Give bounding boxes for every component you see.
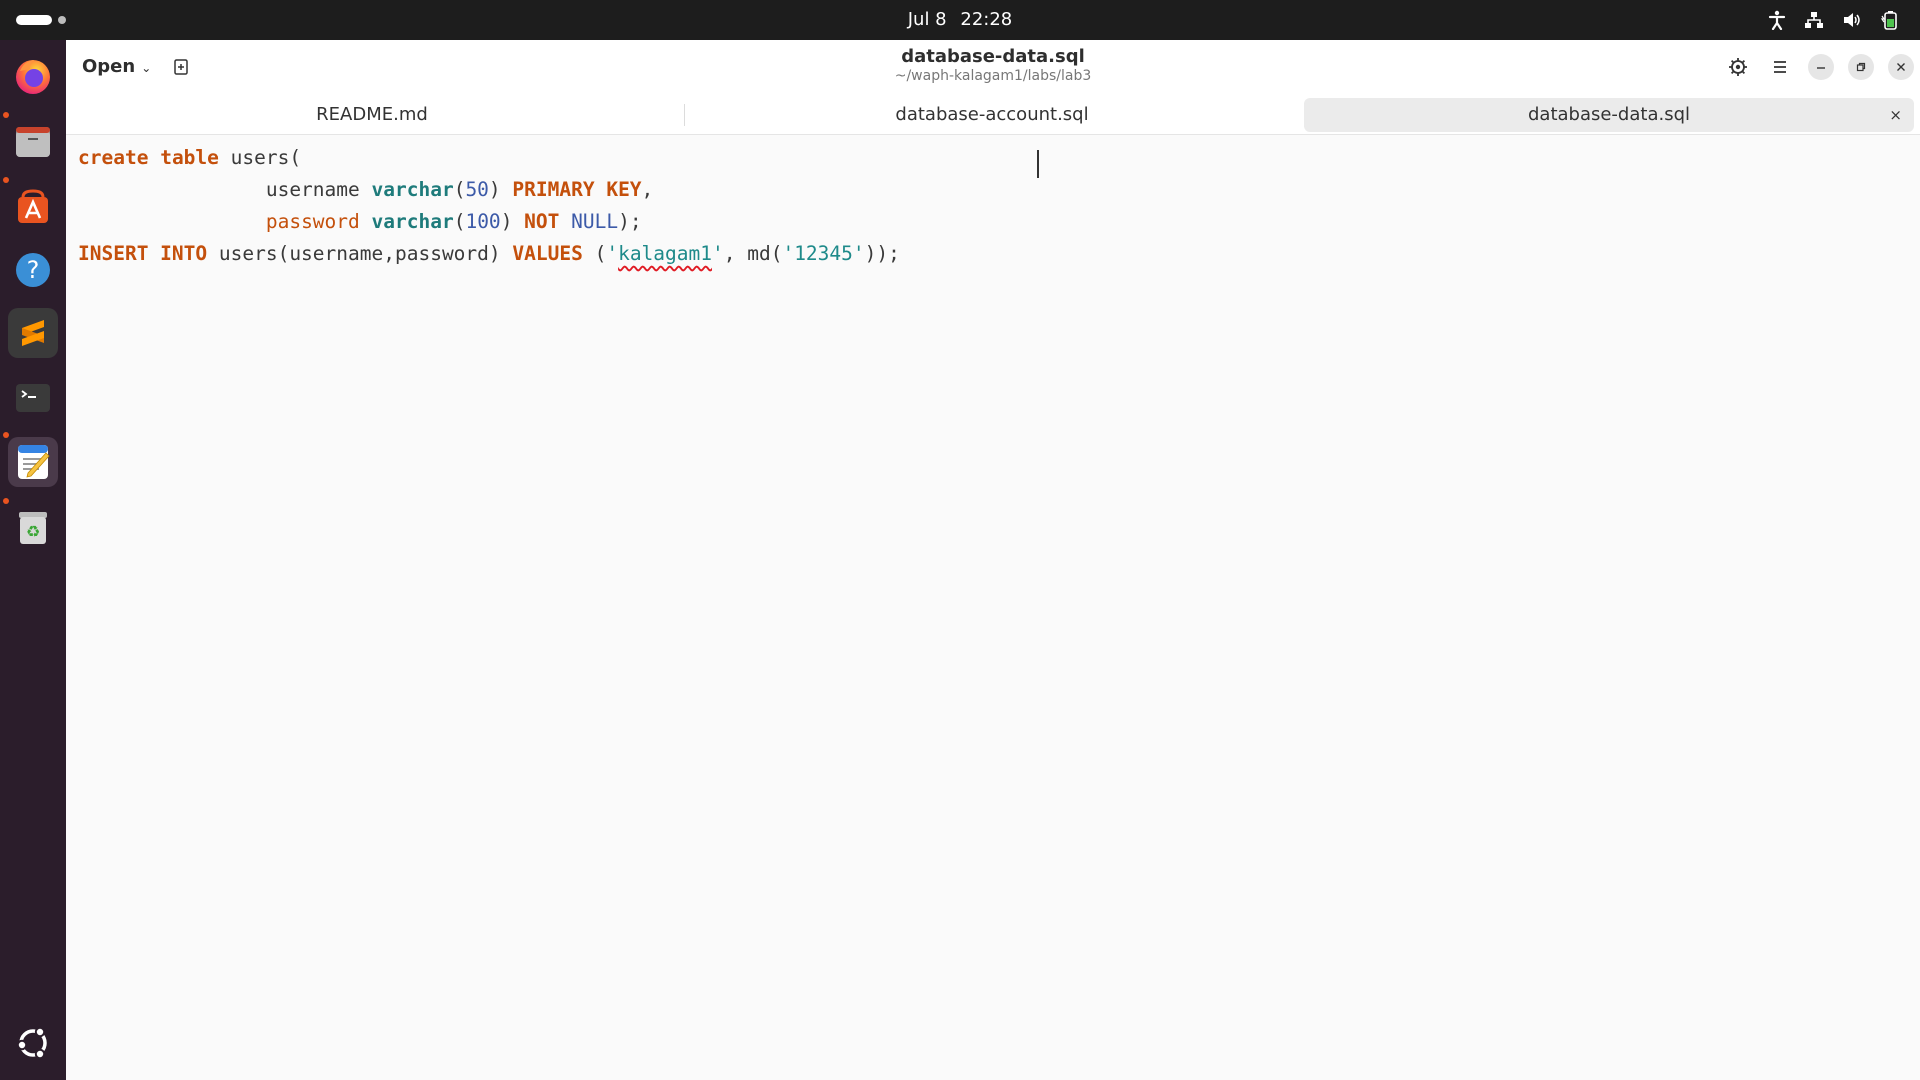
token: create <box>78 146 149 169</box>
volume-icon[interactable] <box>1842 11 1862 29</box>
token: username <box>78 178 372 201</box>
running-indicator <box>3 432 9 438</box>
text-editor-window: Open ⌄ database-data.sql ~/waph-kalagam1/… <box>66 40 1920 1080</box>
token: ( <box>453 178 466 201</box>
window-title: database-data.sql <box>901 46 1085 67</box>
token: table <box>160 146 219 169</box>
header-bar: Open ⌄ database-data.sql ~/waph-kalagam1/… <box>66 40 1920 94</box>
dock-item-firefox[interactable] <box>8 51 58 101</box>
tab-label: database-data.sql <box>1527 104 1691 125</box>
code-line-3: password varchar(100) NOT NULL); <box>78 207 642 237</box>
svg-text:♻: ♻ <box>26 522 40 541</box>
token: ' <box>712 242 724 265</box>
token: users( <box>218 146 302 169</box>
close-window-button[interactable] <box>1888 54 1914 80</box>
svg-text:?: ? <box>27 256 40 284</box>
minimize-button[interactable] <box>1808 54 1834 80</box>
dock-item-trash[interactable]: ♻ <box>8 502 58 552</box>
trash-icon: ♻ <box>19 512 47 544</box>
restore-icon <box>1856 62 1866 72</box>
system-tray[interactable] <box>1768 0 1900 40</box>
accessibility-icon[interactable] <box>1768 10 1786 30</box>
minimize-icon <box>1817 67 1825 69</box>
tab-bar: README.md database-account.sql database-… <box>66 94 1920 135</box>
close-icon <box>1897 63 1905 71</box>
running-indicator <box>3 498 9 504</box>
running-indicator <box>3 112 9 118</box>
misspelled-word[interactable]: kalagam1 <box>618 242 712 265</box>
settings-button[interactable] <box>1724 53 1752 81</box>
code-line-2: username varchar(50) PRIMARY KEY, <box>78 175 653 205</box>
dock-item-app-center[interactable] <box>8 181 58 231</box>
token: VALUES <box>512 242 583 265</box>
clock-date: Jul 8 <box>907 9 947 30</box>
token: ( <box>453 210 466 233</box>
token: ' <box>606 242 619 265</box>
top-bar: Jul 8 22:28 <box>0 0 1920 40</box>
token: )); <box>864 242 900 265</box>
token: , <box>641 178 654 201</box>
firefox-icon <box>16 60 50 94</box>
main-menu-button[interactable] <box>1766 53 1794 81</box>
token: users(username,password) <box>207 242 513 265</box>
battery-icon[interactable] <box>1880 10 1900 30</box>
dock-item-files[interactable] <box>8 116 58 166</box>
terminal-icon <box>16 384 50 412</box>
token: varchar <box>371 178 454 201</box>
title-block: database-data.sql ~/waph-kalagam1/labs/l… <box>66 46 1920 84</box>
ubuntu-logo-icon <box>16 1026 47 1060</box>
window-subtitle: ~/waph-kalagam1/labs/lab3 <box>894 68 1092 84</box>
network-icon[interactable] <box>1804 11 1824 29</box>
dock-item-help[interactable]: ? <box>8 245 58 295</box>
clock[interactable]: Jul 8 22:28 <box>0 0 1920 40</box>
text-cursor <box>1037 150 1039 178</box>
close-tab-icon[interactable]: × <box>1889 98 1902 132</box>
hamburger-icon <box>1774 61 1786 73</box>
token: varchar <box>371 210 454 233</box>
header-actions <box>1724 52 1914 82</box>
clock-time: 22:28 <box>960 9 1013 30</box>
app-center-icon <box>18 189 48 223</box>
token: '12345' <box>782 242 865 265</box>
code-editor[interactable]: create table users( username varchar(50)… <box>66 135 1920 1080</box>
token: NOT <box>524 210 560 233</box>
tab-database-account[interactable]: database-account.sql <box>692 98 1292 132</box>
tab-separator <box>684 104 685 126</box>
code-line-4: INSERT INTO users(username,password) VAL… <box>78 239 900 269</box>
token: 50 <box>465 178 489 201</box>
token: 100 <box>465 210 501 233</box>
sublime-icon <box>22 320 44 346</box>
dock-item-sublime-text[interactable] <box>8 308 58 358</box>
gear-icon <box>1729 58 1747 76</box>
maximize-button[interactable] <box>1848 54 1874 80</box>
token: ); <box>618 210 642 233</box>
tab-label: database-account.sql <box>895 104 1089 125</box>
dock-item-terminal[interactable] <box>8 373 58 423</box>
dock-item-text-editor[interactable] <box>8 437 58 487</box>
running-indicator <box>3 177 9 183</box>
files-icon <box>16 127 50 157</box>
token: INSERT INTO <box>78 242 208 265</box>
tab-label: README.md <box>316 104 428 125</box>
token: ) <box>488 178 513 201</box>
token: ) <box>500 210 525 233</box>
token: PRIMARY KEY <box>512 178 642 201</box>
code-line-1: create table users( <box>78 143 301 173</box>
token: NULL <box>571 210 619 233</box>
token: ( <box>582 242 607 265</box>
tab-database-data[interactable]: database-data.sql × <box>1304 98 1914 132</box>
show-apps-button[interactable] <box>8 1018 58 1068</box>
help-icon: ? <box>16 253 50 287</box>
text-editor-icon <box>18 445 50 479</box>
token: password <box>265 210 360 233</box>
dock: ? ♻ <box>0 40 66 1080</box>
token: , md( <box>723 242 783 265</box>
tab-readme[interactable]: README.md <box>72 98 672 132</box>
